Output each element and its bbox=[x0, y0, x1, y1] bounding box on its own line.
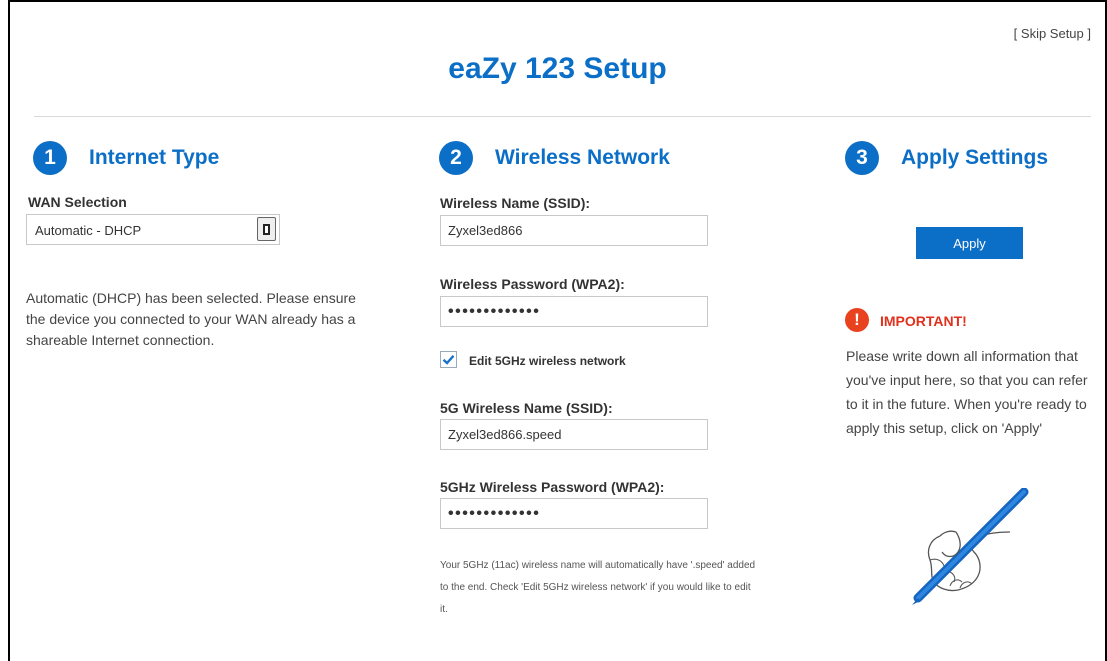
header-divider bbox=[34, 116, 1091, 117]
password-input[interactable]: ••••••••••••• bbox=[440, 296, 708, 327]
checkmark-icon bbox=[442, 354, 455, 365]
wan-description: Automatic (DHCP) has been selected. Plea… bbox=[26, 290, 356, 348]
step-apply-settings: 3 Apply Settings bbox=[845, 141, 1048, 175]
wan-selection-label: WAN Selection bbox=[28, 194, 127, 210]
ssid-input[interactable]: Zyxel3ed866 bbox=[440, 215, 708, 246]
edit-5ghz-checkbox[interactable] bbox=[440, 351, 457, 368]
apply-button[interactable]: Apply bbox=[916, 227, 1023, 259]
hand-pen-icon bbox=[912, 488, 1029, 605]
step-3-number: 3 bbox=[845, 141, 879, 175]
dropdown-icon bbox=[263, 223, 270, 235]
step-internet-type: 1 Internet Type bbox=[33, 141, 219, 175]
page-title: eaZy 123 Setup bbox=[448, 52, 667, 85]
wan-selection-value: Automatic - DHCP bbox=[35, 223, 142, 238]
step-2-number: 2 bbox=[439, 141, 473, 175]
step-1-label: Internet Type bbox=[89, 146, 220, 169]
step-2-label: Wireless Network bbox=[495, 146, 670, 169]
5ghz-note: Your 5GHz (11ac) wireless name will auto… bbox=[440, 560, 756, 615]
ssid-5g-label: 5G Wireless Name (SSID): bbox=[440, 400, 613, 416]
step-1-number: 1 bbox=[33, 141, 67, 175]
step-wireless-network: 2 Wireless Network bbox=[439, 141, 670, 175]
dropdown-button[interactable] bbox=[257, 217, 276, 241]
ssid-5g-input[interactable]: Zyxel3ed866.speed bbox=[440, 419, 708, 450]
exclamation-icon: ! bbox=[845, 308, 869, 332]
password-5g-label: 5GHz Wireless Password (WPA2): bbox=[440, 479, 665, 495]
password-label: Wireless Password (WPA2): bbox=[440, 276, 625, 292]
wan-selection-select[interactable]: Automatic - DHCP bbox=[26, 214, 280, 245]
password-5g-input[interactable]: ••••••••••••• bbox=[440, 498, 708, 529]
skip-setup-link[interactable]: [ Skip Setup ] bbox=[1014, 26, 1091, 41]
step-3-label: Apply Settings bbox=[901, 146, 1049, 169]
ssid-label: Wireless Name (SSID): bbox=[440, 195, 591, 211]
important-title: IMPORTANT! bbox=[880, 313, 967, 329]
edit-5ghz-label[interactable]: Edit 5GHz wireless network bbox=[469, 354, 626, 368]
important-text: Please write down all information that y… bbox=[846, 348, 1088, 436]
